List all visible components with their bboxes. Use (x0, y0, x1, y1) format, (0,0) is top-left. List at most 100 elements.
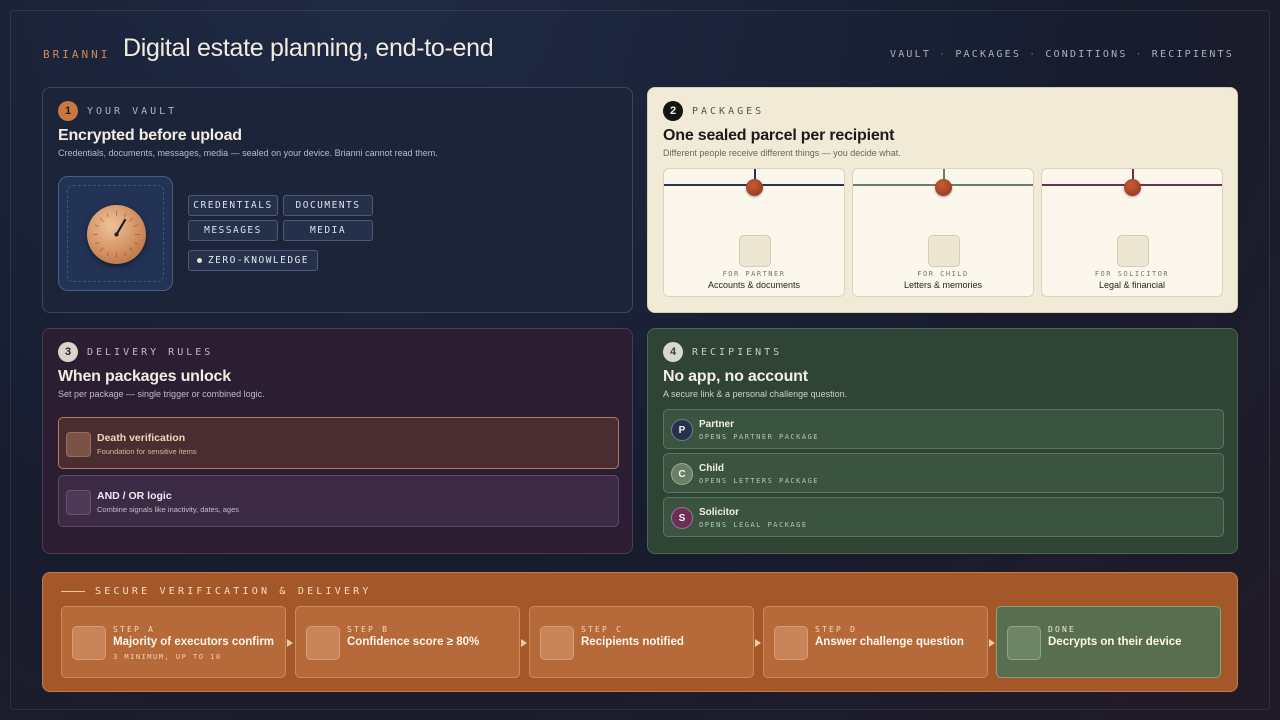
recipient-name: Partner (699, 419, 735, 430)
wax-seal-icon (1124, 179, 1141, 196)
step-d[interactable]: STEP D Answer challenge question (763, 606, 988, 678)
parcel-child[interactable]: FOR CHILD Letters & memories (852, 168, 1034, 297)
parcel-contents: Accounts & documents (707, 280, 801, 290)
parcel-for: FOR PARTNER (722, 270, 786, 278)
step-title: Recipients notified (581, 636, 684, 648)
recipient-package: OPENS LEGAL PACKAGE (699, 521, 808, 529)
rule-description: Foundation for sensitive items (97, 447, 197, 456)
recipient-solicitor[interactable]: S Solicitor OPENS LEGAL PACKAGE (663, 497, 1224, 537)
recipient-package: OPENS PARTNER PACKAGE (699, 433, 820, 441)
nav-separator: · (939, 49, 948, 60)
step-note: 3 MINIMUM, UP TO 10 (113, 653, 222, 661)
parcel-solicitor[interactable]: FOR SOLICITOR Legal & financial (1041, 168, 1223, 297)
step-icon (1007, 626, 1041, 660)
chip-messages[interactable]: MESSAGES (188, 220, 278, 241)
page-title: Digital estate planning, end-to-end (123, 34, 494, 62)
card-title: One sealed parcel per recipient (663, 127, 895, 144)
step-done[interactable]: DONE Decrypts on their device (996, 606, 1221, 678)
card-kicker: RECIPIENTS (692, 346, 783, 358)
arrow-right-icon (287, 639, 293, 647)
brand-logo: BRIANNI (43, 48, 111, 61)
step-icon (774, 626, 808, 660)
strip-title: SECURE VERIFICATION & DELIVERY (95, 586, 372, 597)
card-subtitle: Set per package — single trigger or comb… (58, 389, 265, 399)
rule-icon (66, 490, 91, 515)
step-title: Decrypts on their device (1048, 636, 1182, 648)
packages-card: 2 PACKAGES One sealed parcel per recipie… (647, 87, 1238, 313)
step-title: Majority of executors confirm (113, 636, 275, 648)
card-subtitle: A secure link & a personal challenge que… (663, 389, 848, 399)
card-title: Encrypted before upload (58, 127, 242, 144)
package-icon (1117, 235, 1149, 267)
wax-seal-icon (746, 179, 763, 196)
nav-conditions[interactable]: CONDITIONS (1045, 49, 1127, 60)
nav-packages[interactable]: PACKAGES (955, 49, 1021, 60)
chip-credentials[interactable]: CREDENTIALS (188, 195, 278, 216)
step-title: Confidence score ≥ 80% (347, 636, 480, 648)
arrow-right-icon (755, 639, 761, 647)
card-title: When packages unlock (58, 368, 231, 385)
parcel-contents: Letters & memories (903, 280, 983, 290)
bullet-icon (196, 258, 202, 263)
step-c[interactable]: STEP C Recipients notified (529, 606, 754, 678)
card-subtitle: Different people receive different thing… (663, 148, 901, 158)
nav-separator: · (1135, 49, 1144, 60)
step-label: STEP B (347, 625, 390, 634)
step-label: STEP A (113, 625, 156, 634)
nav-vault[interactable]: VAULT (890, 49, 931, 60)
rule-and-or-logic[interactable]: AND / OR logic Combine signals like inac… (58, 475, 619, 527)
rule-icon (66, 432, 91, 457)
recipient-name: Solicitor (699, 507, 740, 518)
chip-media[interactable]: MEDIA (283, 220, 373, 241)
step-label: DONE (1048, 625, 1077, 634)
card-subtitle: Credentials, documents, messages, media … (58, 148, 438, 158)
rule-title: Death verification (97, 432, 186, 444)
step-icon (540, 626, 574, 660)
dial-icon (87, 205, 146, 264)
card-kicker: PACKAGES (692, 105, 765, 117)
avatar: C (671, 463, 693, 485)
card-kicker: YOUR VAULT (87, 105, 178, 117)
step-b[interactable]: STEP B Confidence score ≥ 80% (295, 606, 520, 678)
arrow-right-icon (989, 639, 995, 647)
step-icon (72, 626, 106, 660)
step-number: 4 (663, 342, 683, 362)
step-icon (306, 626, 340, 660)
divider (61, 591, 85, 592)
parcel-contents: Legal & financial (1098, 280, 1166, 290)
recipient-name: Child (699, 463, 724, 474)
avatar: S (671, 507, 693, 529)
rule-death-verification[interactable]: Death verification Foundation for sensit… (58, 417, 619, 469)
step-number: 2 (663, 101, 683, 121)
package-icon (739, 235, 771, 267)
recipient-child[interactable]: C Child OPENS LETTERS PACKAGE (663, 453, 1224, 493)
nav-recipients[interactable]: RECIPIENTS (1152, 49, 1234, 60)
step-number: 3 (58, 342, 78, 362)
badge-label: ZERO-KNOWLEDGE (207, 255, 310, 266)
recipients-card: 4 RECIPIENTS No app, no account A secure… (647, 328, 1238, 554)
card-kicker: DELIVERY RULES (87, 346, 214, 358)
card-title: No app, no account (663, 368, 808, 385)
delivery-rules-card: 3 DELIVERY RULES When packages unlock Se… (42, 328, 633, 554)
parcel-partner[interactable]: FOR PARTNER Accounts & documents (663, 168, 845, 297)
recipient-package: OPENS LETTERS PACKAGE (699, 477, 820, 485)
step-label: STEP D (815, 625, 858, 634)
step-title: Answer challenge question (815, 636, 964, 648)
step-label: STEP C (581, 625, 624, 634)
top-nav: VAULT · PACKAGES · CONDITIONS · RECIPIEN… (890, 49, 1234, 60)
wax-seal-icon (935, 179, 952, 196)
parcel-for: FOR CHILD (917, 270, 969, 278)
step-number: 1 (58, 101, 78, 121)
vault-card: 1 YOUR VAULT Encrypted before upload Cre… (42, 87, 633, 313)
rule-description: Combine signals like inactivity, dates, … (97, 505, 240, 514)
chip-documents[interactable]: DOCUMENTS (283, 195, 373, 216)
recipient-partner[interactable]: P Partner OPENS PARTNER PACKAGE (663, 409, 1224, 449)
nav-separator: · (1029, 49, 1038, 60)
step-a[interactable]: STEP A Majority of executors confirm 3 M… (61, 606, 286, 678)
zero-knowledge-badge: ZERO-KNOWLEDGE (188, 250, 318, 271)
arrow-right-icon (521, 639, 527, 647)
parcel-for: FOR SOLICITOR (1094, 270, 1170, 278)
rule-title: AND / OR logic (97, 490, 172, 502)
avatar: P (671, 419, 693, 441)
package-icon (928, 235, 960, 267)
